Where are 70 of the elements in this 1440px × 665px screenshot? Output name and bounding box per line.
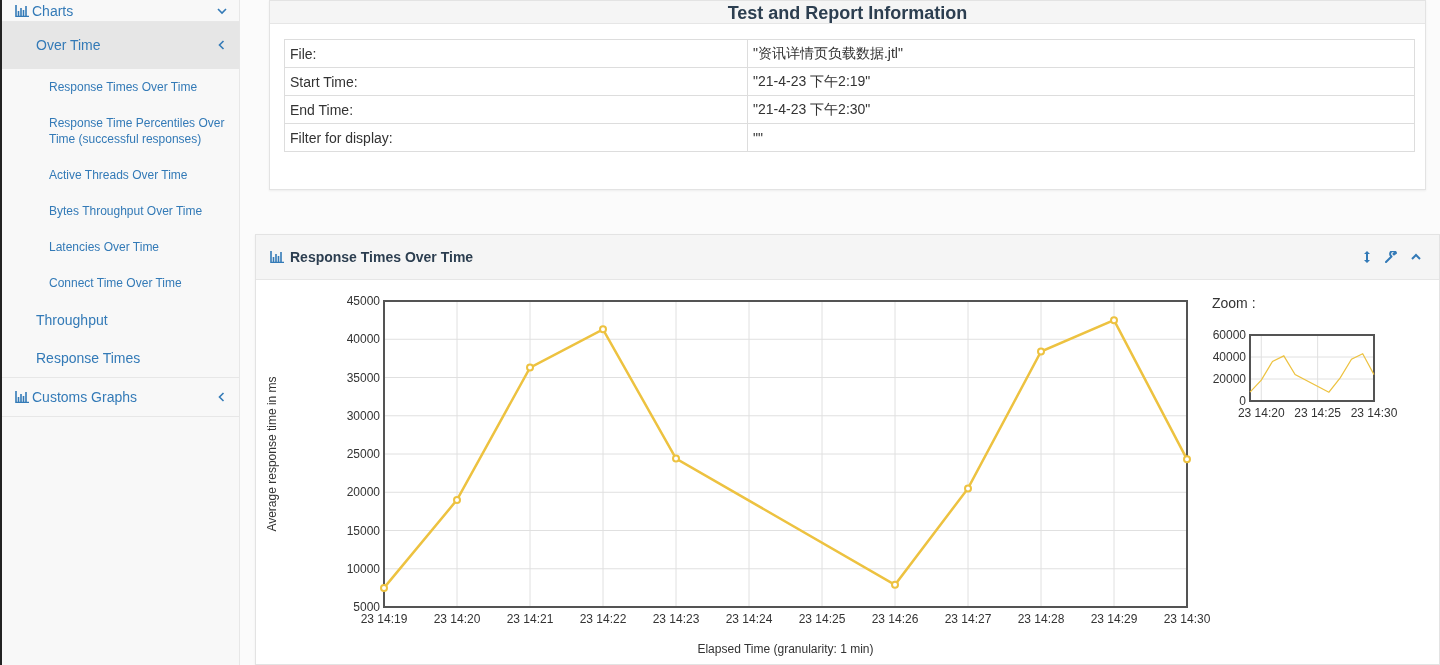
data-point bbox=[380, 583, 388, 592]
sidebar-item[interactable]: Throughput bbox=[2, 301, 239, 339]
table-cell: "资讯详情页负载数据.jtl" bbox=[747, 39, 1415, 68]
sidebar-item[interactable]: Active Threads Over Time bbox=[2, 157, 239, 193]
sidebar-item[interactable]: Connect Time Over Time bbox=[2, 265, 239, 301]
sidebar-item[interactable]: Bytes Throughput Over Time bbox=[2, 193, 239, 229]
axis-tick-label: 23 14:19 bbox=[360, 612, 408, 626]
axis-tick-label: 10000 bbox=[346, 561, 380, 576]
axis-tick-label: 20000 bbox=[346, 485, 380, 500]
axis-tick-label: 35000 bbox=[346, 370, 380, 385]
axis-tick-label: 5000 bbox=[353, 600, 380, 615]
data-point bbox=[1110, 316, 1118, 325]
table-cell: Filter for display: bbox=[284, 123, 748, 152]
axis-tick-label: 23 14:30 bbox=[1163, 612, 1211, 626]
data-point bbox=[964, 484, 972, 493]
axis-tick-label: 23 14:24 bbox=[725, 612, 773, 626]
axis-title: Elapsed Time (granularity: 1 min) bbox=[697, 642, 874, 656]
axis-tick-label: 40000 bbox=[1212, 350, 1246, 365]
chevron-up-icon bbox=[1411, 252, 1421, 262]
bar-chart-icon bbox=[15, 391, 29, 403]
axis-title: Average response time in ms bbox=[265, 376, 279, 532]
sidebar-item[interactable]: Response Times bbox=[2, 339, 239, 377]
table-cell: File: bbox=[284, 39, 748, 68]
panel-title: Test and Report Information bbox=[727, 3, 968, 23]
axis-tick-label: 30000 bbox=[346, 408, 380, 423]
data-point bbox=[1183, 455, 1191, 464]
axis-tick-label: 23 14:22 bbox=[579, 612, 627, 626]
table-cell: Start Time: bbox=[284, 67, 748, 96]
sidebar-item[interactable]: Response Times Over Time bbox=[2, 69, 239, 105]
chevron-icon bbox=[217, 40, 227, 50]
data-point bbox=[526, 363, 534, 372]
data-point bbox=[599, 325, 607, 334]
data-point bbox=[453, 495, 461, 504]
axis-tick-label: 23 14:28 bbox=[1017, 612, 1065, 626]
axis-tick-label: 25000 bbox=[346, 447, 380, 462]
data-point bbox=[672, 454, 680, 463]
table-cell: "21-4-23 下午2:30" bbox=[747, 95, 1415, 124]
chevron-icon bbox=[217, 5, 227, 16]
axis-tick-label: 23 14:23 bbox=[652, 612, 700, 626]
zoom-label: Zoom : bbox=[1212, 295, 1257, 311]
axis-tick-label: 23 14:21 bbox=[506, 612, 554, 626]
table-cell: End Time: bbox=[284, 95, 748, 124]
sidebar-item[interactable]: Latencies Over Time bbox=[2, 229, 239, 265]
axis-tick-label: 45000 bbox=[346, 294, 380, 309]
data-point bbox=[1037, 347, 1045, 356]
panel-title: Response Times Over Time bbox=[290, 249, 474, 265]
axis-tick-label: 23 14:30 bbox=[1350, 406, 1398, 420]
sidebar-item[interactable]: Over Time bbox=[2, 22, 239, 69]
axis-tick-label: 23 14:26 bbox=[871, 612, 919, 626]
sidebar-item[interactable]: Response Time Percentiles Over Time (successful responses) bbox=[2, 105, 239, 157]
axis-tick-label: 23 14:20 bbox=[433, 612, 481, 626]
axis-tick-label: 23 14:20 bbox=[1237, 406, 1285, 420]
chevron-icon bbox=[217, 392, 227, 402]
wrench-icon bbox=[1385, 251, 1397, 263]
axis-tick-label: 23 14:25 bbox=[1294, 406, 1341, 420]
bar-chart-icon bbox=[270, 251, 284, 263]
data-point bbox=[891, 580, 899, 589]
vertical-arrows-icon bbox=[1363, 251, 1371, 263]
sidebar-item[interactable]: Customs Graphs bbox=[2, 377, 239, 417]
axis-tick-label: 40000 bbox=[346, 332, 380, 347]
bar-chart-icon bbox=[15, 4, 29, 17]
axis-tick-label: 23 14:29 bbox=[1090, 612, 1138, 626]
table-cell: "21-4-23 下午2:19" bbox=[747, 67, 1415, 96]
axis-tick-label: 20000 bbox=[1212, 372, 1246, 387]
axis-tick-label: 23 14:27 bbox=[944, 612, 992, 626]
axis-tick-label: 60000 bbox=[1212, 328, 1246, 343]
axis-tick-label: 15000 bbox=[346, 523, 380, 538]
axis-tick-label: 0 bbox=[1239, 394, 1246, 409]
axis-tick-label: 23 14:25 bbox=[798, 612, 846, 626]
table-cell: "" bbox=[747, 123, 1415, 152]
